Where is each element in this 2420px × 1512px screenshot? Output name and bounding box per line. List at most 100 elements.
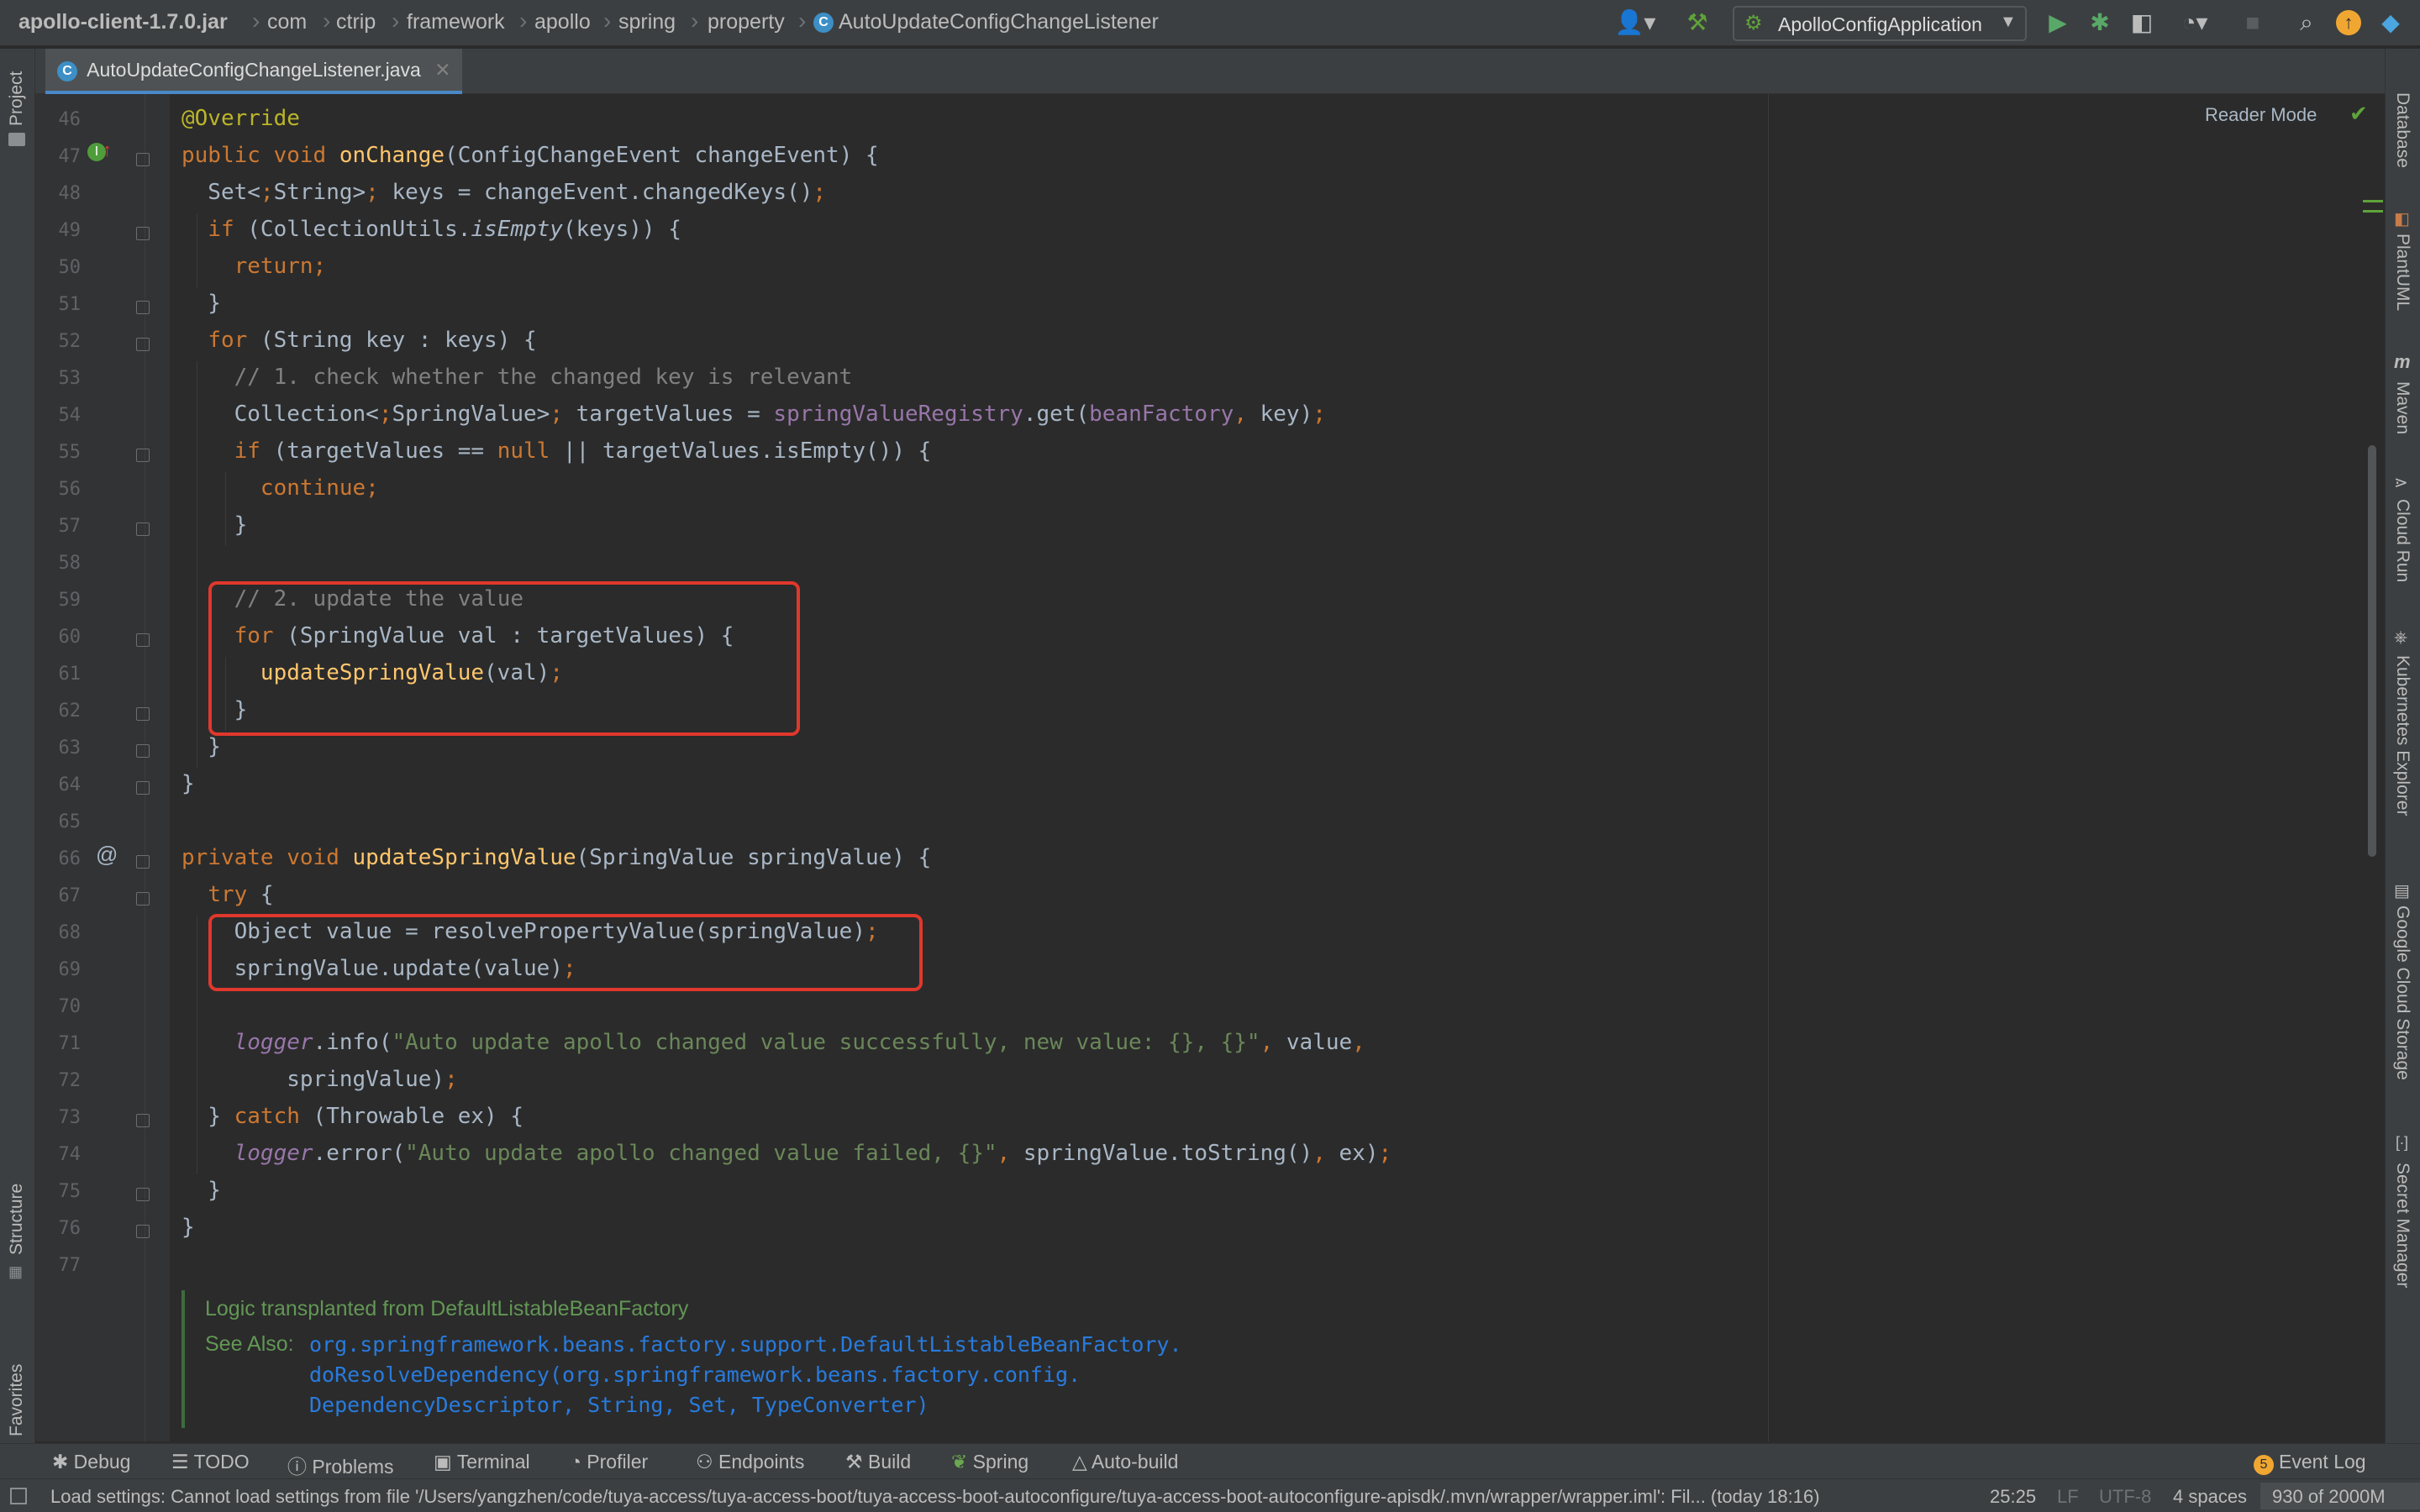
run-icon[interactable]: ▶ xyxy=(2044,8,2072,37)
fold-marker[interactable] xyxy=(136,781,150,795)
fold-marker[interactable] xyxy=(136,1225,150,1238)
code-line[interactable]: continue; xyxy=(182,475,379,501)
code-line[interactable]: Collection<;SpringValue>; targetValues =… xyxy=(182,402,1326,427)
override-arrow-icon[interactable]: ↑ xyxy=(103,139,112,161)
code-line[interactable]: } catch (Throwable ex) { xyxy=(182,1104,523,1129)
code-line[interactable]: logger.error("Auto update apollo changed… xyxy=(182,1141,1392,1166)
code-line[interactable]: if (targetValues == null || targetValues… xyxy=(182,438,932,464)
file-encoding[interactable]: UTF-8 xyxy=(2099,1486,2151,1508)
vertical-scrollbar[interactable] xyxy=(2368,445,2376,857)
status-message[interactable]: Load settings: Cannot load settings from… xyxy=(50,1486,1820,1508)
database-tool-button[interactable]: Database xyxy=(2392,92,2412,168)
code-line[interactable]: // 1. check whether the changed key is r… xyxy=(182,365,853,390)
secret-manager-tool-button[interactable]: Secret Manager xyxy=(2392,1163,2412,1288)
update-icon[interactable]: ↑ xyxy=(2336,10,2361,35)
editor-tab[interactable]: C AutoUpdateConfigChangeListener.java ✕ xyxy=(45,49,463,94)
line-separator[interactable]: LF xyxy=(2057,1486,2079,1508)
cloud-run-tool-button[interactable]: Cloud Run xyxy=(2392,499,2412,582)
fold-marker[interactable] xyxy=(136,301,150,314)
code-line[interactable]: Set<;String>; keys = changeEvent.changed… xyxy=(182,180,826,205)
code-line[interactable]: } xyxy=(182,1215,195,1240)
breadcrumb-ctrip[interactable]: ctrip xyxy=(336,10,376,34)
code-line[interactable]: try { xyxy=(182,882,273,907)
run-configuration-selector[interactable]: ⚙ ApolloConfigApplication ▼ xyxy=(1733,6,2027,41)
plantuml-tool-button[interactable]: PlantUML xyxy=(2392,234,2412,311)
code-line[interactable]: for (String key : keys) { xyxy=(182,328,536,353)
code-line[interactable]: } xyxy=(182,512,248,538)
debug-icon[interactable]: ✱ xyxy=(2086,8,2114,37)
endpoints-tool-window[interactable]: ⚇ Endpoints xyxy=(696,1451,804,1473)
auto-build-tool-window[interactable]: △ Auto-build xyxy=(1072,1451,1178,1473)
breadcrumb-spring[interactable]: spring xyxy=(618,10,676,34)
memory-indicator[interactable]: 930 of 2000M xyxy=(2260,1483,2420,1509)
breadcrumb-apollo[interactable]: apollo xyxy=(534,10,591,34)
inspection-ok-icon[interactable]: ✔ xyxy=(2349,101,2368,127)
code-line[interactable]: } xyxy=(182,771,195,796)
project-tool-button[interactable]: Project xyxy=(7,71,27,126)
code-line[interactable]: if (CollectionUtils.isEmpty(keys)) { xyxy=(182,217,681,242)
close-tab-icon[interactable]: ✕ xyxy=(434,59,450,81)
google-cloud-storage-tool-button[interactable]: Google Cloud Storage xyxy=(2392,906,2412,1080)
annotation-usage-icon[interactable]: @ xyxy=(96,842,118,868)
code-line[interactable]: return; xyxy=(182,254,327,279)
code-line[interactable]: private void updateSpringValue(SpringVal… xyxy=(182,845,931,870)
code-line[interactable]: logger.info("Auto update apollo changed … xyxy=(182,1030,1365,1055)
code-line[interactable]: @Override xyxy=(182,106,300,131)
breadcrumb-com[interactable]: com xyxy=(267,10,307,34)
terminal-tool-window[interactable]: ▣ Terminal xyxy=(434,1451,530,1473)
breadcrumb-framework[interactable]: framework xyxy=(407,10,505,34)
fold-marker[interactable] xyxy=(136,1114,150,1127)
build-tool-window[interactable]: ⚒ Build xyxy=(845,1451,911,1473)
build-hammer-icon[interactable]: ⚒ xyxy=(1682,8,1712,37)
caret-position[interactable]: 25:25 xyxy=(1990,1486,2036,1508)
see-also-link[interactable]: DependencyDescriptor, String, Set, TypeC… xyxy=(309,1393,929,1417)
fold-marker[interactable] xyxy=(136,449,150,462)
breadcrumb-class-label: AutoUpdateConfigChangeListener xyxy=(839,10,1159,34)
maven-tool-button[interactable]: Maven xyxy=(2392,381,2412,434)
breadcrumb-jar[interactable]: apollo-client-1.7.0.jar xyxy=(18,10,228,34)
fold-marker[interactable] xyxy=(136,338,150,351)
spring-tool-window[interactable]: ❦ Spring xyxy=(951,1451,1028,1473)
fold-marker[interactable] xyxy=(136,707,150,721)
code-line[interactable]: public void onChange(ConfigChangeEvent c… xyxy=(182,143,879,168)
fold-marker[interactable] xyxy=(136,744,150,758)
profile-icon[interactable]: ◔▾ xyxy=(2170,8,2220,37)
breadcrumb-property[interactable]: property xyxy=(708,10,785,34)
favorites-tool-button[interactable]: Favorites xyxy=(7,1364,27,1436)
fold-marker[interactable] xyxy=(136,633,150,647)
code-line[interactable]: } xyxy=(182,734,221,759)
line-number: 73 xyxy=(58,1107,82,1128)
fold-marker[interactable] xyxy=(136,1188,150,1201)
breadcrumb-class[interactable]: C AutoUpdateConfigChangeListener xyxy=(813,10,1159,34)
fold-marker[interactable] xyxy=(136,227,150,240)
reader-mode-toggle[interactable]: Reader Mode xyxy=(2205,104,2317,126)
stop-icon[interactable]: ■ xyxy=(2238,8,2267,37)
structure-tool-button[interactable]: Structure xyxy=(7,1184,27,1255)
debug-tool-window[interactable]: ✱ Debug xyxy=(52,1451,130,1473)
event-log-tool-window[interactable]: 5 Event Log xyxy=(2254,1451,2366,1475)
fold-marker[interactable] xyxy=(136,892,150,906)
see-also-link[interactable]: org.springframework.beans.factory.suppor… xyxy=(309,1332,1182,1357)
todo-tool-window[interactable]: ☰ TODO xyxy=(171,1451,250,1473)
fold-marker[interactable] xyxy=(136,855,150,869)
problems-tool-window[interactable]: ⓘ Problems xyxy=(287,1451,394,1479)
fold-marker[interactable] xyxy=(136,153,150,166)
kubernetes-explorer-tool-button[interactable]: Kubernetes Explorer xyxy=(2392,655,2412,816)
user-icon[interactable]: 👤▾ xyxy=(1610,8,1660,37)
code-line[interactable]: } xyxy=(182,1178,221,1203)
see-also-link[interactable]: doResolveDependency(org.springframework.… xyxy=(309,1362,1081,1387)
profiler-tool-window[interactable]: ◔ Profiler xyxy=(570,1451,648,1473)
see-also-label: See Also: xyxy=(205,1332,294,1356)
plugin-icon[interactable]: ◆ xyxy=(2376,8,2405,37)
code-line[interactable]: springValue); xyxy=(182,1067,458,1092)
indent-setting[interactable]: 4 spaces xyxy=(2173,1486,2247,1508)
todo-label: TODO xyxy=(193,1451,250,1473)
line-number: 74 xyxy=(58,1144,82,1165)
search-icon[interactable]: ⌕ xyxy=(2292,8,2321,37)
change-marker xyxy=(2363,200,2383,202)
code-line[interactable]: } xyxy=(182,291,221,316)
fold-marker[interactable] xyxy=(136,522,150,536)
coverage-icon[interactable]: ◧ xyxy=(2128,8,2156,37)
tool-windows-toggle-icon[interactable] xyxy=(10,1488,27,1504)
line-number: 59 xyxy=(58,590,82,611)
